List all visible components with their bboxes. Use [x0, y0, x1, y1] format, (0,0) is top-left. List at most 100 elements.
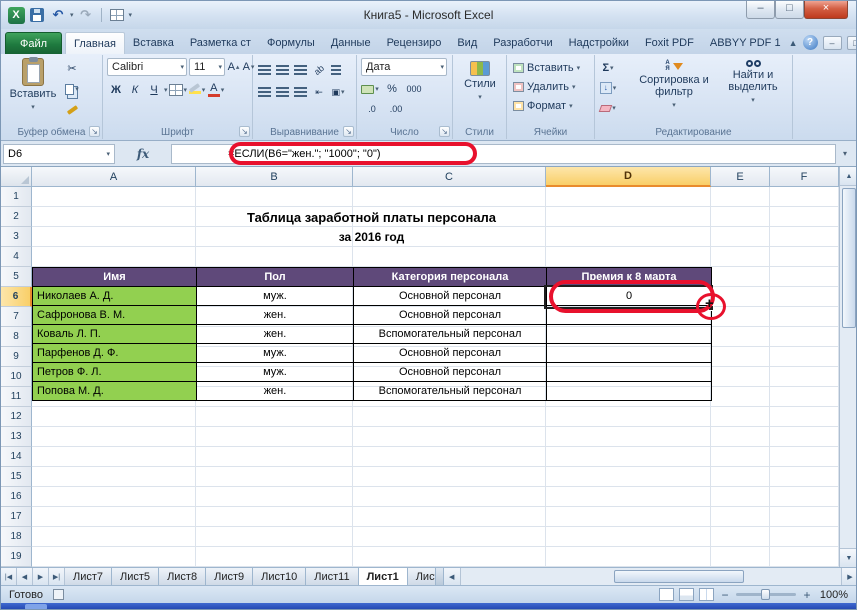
row-header-19[interactable]: 19 [1, 547, 32, 567]
tab-formulas[interactable]: Формулы [259, 32, 323, 54]
clear-button[interactable]: ▾ [599, 99, 617, 117]
align-top-icon[interactable] [258, 65, 271, 75]
tab-page-layout[interactable]: Разметка ст [182, 32, 259, 54]
font-size-combo[interactable]: 11▾ [189, 58, 225, 76]
column-header-c[interactable]: C [353, 167, 546, 187]
styles-button[interactable]: Стили ▾ [460, 61, 500, 104]
cell-c7[interactable]: Основной персонал [354, 306, 547, 325]
sheet-tab-list8[interactable]: Лист8 [159, 568, 206, 585]
insert-function-button[interactable]: fx [115, 147, 171, 161]
sheet-tab-list1-active[interactable]: Лист1 [359, 568, 408, 585]
vertical-scrollbar-thumb[interactable] [842, 188, 856, 328]
cell-a7[interactable]: Сафронова В. М. [33, 306, 197, 325]
cell-c11[interactable]: Вспомогательный персонал [354, 382, 547, 401]
sheet-tab-clipped[interactable]: Лист [408, 568, 436, 585]
scroll-left-icon[interactable]: ◀ [444, 568, 461, 585]
underline-button[interactable]: Ч [145, 81, 163, 99]
font-name-combo[interactable]: Calibri▾ [107, 58, 187, 76]
tab-file[interactable]: Файл [5, 32, 62, 54]
header-cell-bonus[interactable]: Премия к 8 марта [547, 268, 712, 287]
normal-view-button[interactable] [659, 588, 674, 601]
scroll-right-icon[interactable]: ▶ [841, 568, 857, 585]
cell-b11[interactable]: жен. [197, 382, 354, 401]
cell-c10[interactable]: Основной персонал [354, 363, 547, 382]
cell-a11[interactable]: Попова М. Д. [33, 382, 197, 401]
tab-developer[interactable]: Разработчи [485, 32, 560, 54]
header-cell-gender[interactable]: Пол [197, 268, 354, 287]
number-format-combo[interactable]: Дата▾ [361, 58, 447, 76]
tab-insert[interactable]: Вставка [125, 32, 182, 54]
cell-a9[interactable]: Парфенов Д. Ф. [33, 344, 197, 363]
row-header-7[interactable]: 7 [1, 307, 32, 327]
last-sheet-icon[interactable]: ▶| [49, 568, 65, 585]
insert-cells-button[interactable]: Вставить▾ [509, 58, 580, 77]
cell-a6[interactable]: Николаев А. Д. [33, 287, 197, 306]
align-center-icon[interactable] [276, 87, 289, 97]
row-header-3[interactable]: 3 [1, 227, 32, 247]
maximize-button[interactable]: □ [775, 1, 804, 19]
increase-decimal-button[interactable]: .0 [363, 100, 381, 118]
help-icon[interactable]: ? [803, 35, 818, 50]
cell-c8[interactable]: Вспомогательный персонал [354, 325, 547, 344]
column-header-a[interactable]: A [32, 167, 196, 187]
underline-dropdown-icon[interactable]: ▾ [164, 86, 168, 94]
cell-d6-selected[interactable]: 0 [547, 287, 712, 306]
sheet-tab-list5[interactable]: Лист5 [112, 568, 159, 585]
row-header-1[interactable]: 1 [1, 187, 32, 207]
row-header-8[interactable]: 8 [1, 327, 32, 347]
sort-filter-button[interactable]: АЯ Сортировка и фильтр ▾ [635, 60, 713, 112]
scroll-down-icon[interactable]: ▼ [840, 548, 857, 567]
cell-b10[interactable]: муж. [197, 363, 354, 382]
row-header-14[interactable]: 14 [1, 447, 32, 467]
sheet-tab-list7[interactable]: Лист7 [65, 568, 112, 585]
horizontal-scrollbar-thumb[interactable] [614, 570, 744, 583]
sheet-tab-list9[interactable]: Лист9 [206, 568, 253, 585]
row-header-16[interactable]: 16 [1, 487, 32, 507]
percent-format-button[interactable]: % [383, 80, 401, 98]
column-header-f[interactable]: F [770, 167, 839, 187]
first-sheet-icon[interactable]: |◀ [1, 568, 17, 585]
align-right-icon[interactable] [294, 87, 307, 97]
name-box-dropdown-icon[interactable]: ▾ [106, 150, 110, 158]
currency-format-button[interactable]: ▾ [361, 80, 379, 98]
name-box[interactable]: D6 ▾ [3, 144, 115, 164]
undo-dropdown-icon[interactable]: ▾ [70, 11, 74, 19]
format-painter-button[interactable] [63, 101, 81, 119]
align-left-icon[interactable] [258, 87, 271, 97]
select-all-button[interactable] [1, 167, 32, 187]
sheet-tab-list10[interactable]: Лист10 [253, 568, 306, 585]
row-header-6-selected[interactable]: 6 [1, 287, 32, 307]
cell-c6[interactable]: Основной персонал [354, 287, 547, 306]
row-header-15[interactable]: 15 [1, 467, 32, 487]
bold-button[interactable]: Ж [107, 81, 125, 99]
column-header-b[interactable]: B [196, 167, 353, 187]
tab-review[interactable]: Рецензиро [379, 32, 450, 54]
column-header-d-selected[interactable]: D [546, 167, 711, 187]
zoom-slider-thumb[interactable] [761, 589, 770, 600]
windows-taskbar[interactable] [1, 603, 857, 610]
cell-d11[interactable] [547, 382, 712, 401]
prev-sheet-icon[interactable]: ◀ [17, 568, 33, 585]
tab-abbyy-pdf[interactable]: ABBYY PDF 1 [702, 32, 789, 54]
tab-split-handle[interactable] [436, 568, 444, 585]
row-header-9[interactable]: 9 [1, 347, 32, 367]
scroll-up-icon[interactable]: ▲ [840, 167, 857, 186]
header-cell-name[interactable]: Имя [33, 268, 197, 287]
minimize-ribbon-icon[interactable]: ▲ [789, 38, 798, 48]
qat-grid-icon[interactable] [108, 6, 126, 24]
number-dialog-launcher[interactable]: ↘ [439, 126, 450, 137]
page-layout-view-button[interactable] [679, 588, 694, 601]
align-bottom-icon[interactable] [294, 65, 307, 75]
column-header-e[interactable]: E [711, 167, 770, 187]
wrap-text-button[interactable] [331, 65, 341, 75]
cell-b8[interactable]: жен. [197, 325, 354, 344]
row-header-4[interactable]: 4 [1, 247, 32, 267]
cell-area[interactable]: Таблица заработной платы персонала за 20… [32, 187, 839, 567]
fill-button[interactable]: ↓▾ [599, 79, 617, 97]
paste-dropdown-icon[interactable]: ▾ [31, 102, 35, 114]
italic-button[interactable]: К [126, 81, 144, 99]
tab-foxit-pdf[interactable]: Foxit PDF [637, 32, 702, 54]
copy-button[interactable]: ▾ [63, 80, 81, 98]
sheet-tab-list11[interactable]: Лист11 [306, 568, 358, 585]
grow-font-button[interactable]: А▴ [227, 58, 240, 76]
